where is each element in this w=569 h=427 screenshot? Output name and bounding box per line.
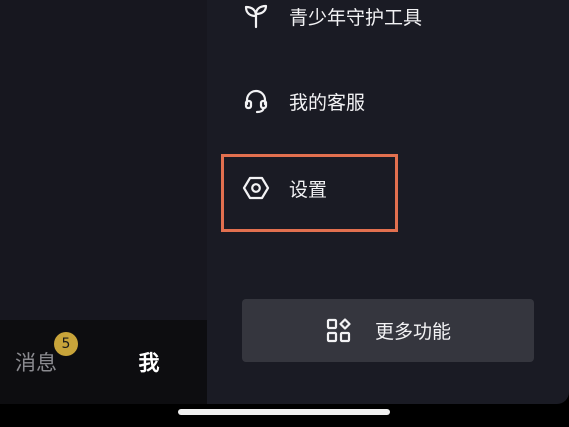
menu-item-label: 我的客服 — [289, 91, 366, 114]
more-features-button[interactable]: 更多功能 — [242, 299, 534, 362]
tab-me[interactable]: 我 — [104, 320, 194, 404]
grid-apps-icon — [325, 317, 353, 345]
settings-highlight-box — [221, 154, 398, 232]
home-indicator[interactable] — [178, 409, 390, 415]
side-drawer: 青少年守护工具 我的客服 设置 更多功能 — [207, 0, 569, 404]
menu-item-youth-protection[interactable]: 青少年守护工具 — [241, 0, 422, 36]
tab-me-label: 我 — [138, 351, 160, 375]
menu-item-label: 青少年守护工具 — [289, 6, 423, 29]
background-page — [0, 0, 207, 320]
more-features-label: 更多功能 — [374, 321, 451, 343]
sprout-icon — [241, 1, 271, 31]
screen: 消息 我 5 青少年守护工具 我的客服 设置 更多功能 — [0, 0, 569, 427]
menu-item-customer-service[interactable]: 我的客服 — [241, 81, 365, 121]
bottom-tab-bar: 消息 我 — [0, 320, 207, 404]
messages-badge: 5 — [54, 332, 78, 356]
tab-messages-label: 消息 — [15, 351, 57, 375]
headset-icon — [241, 86, 271, 116]
